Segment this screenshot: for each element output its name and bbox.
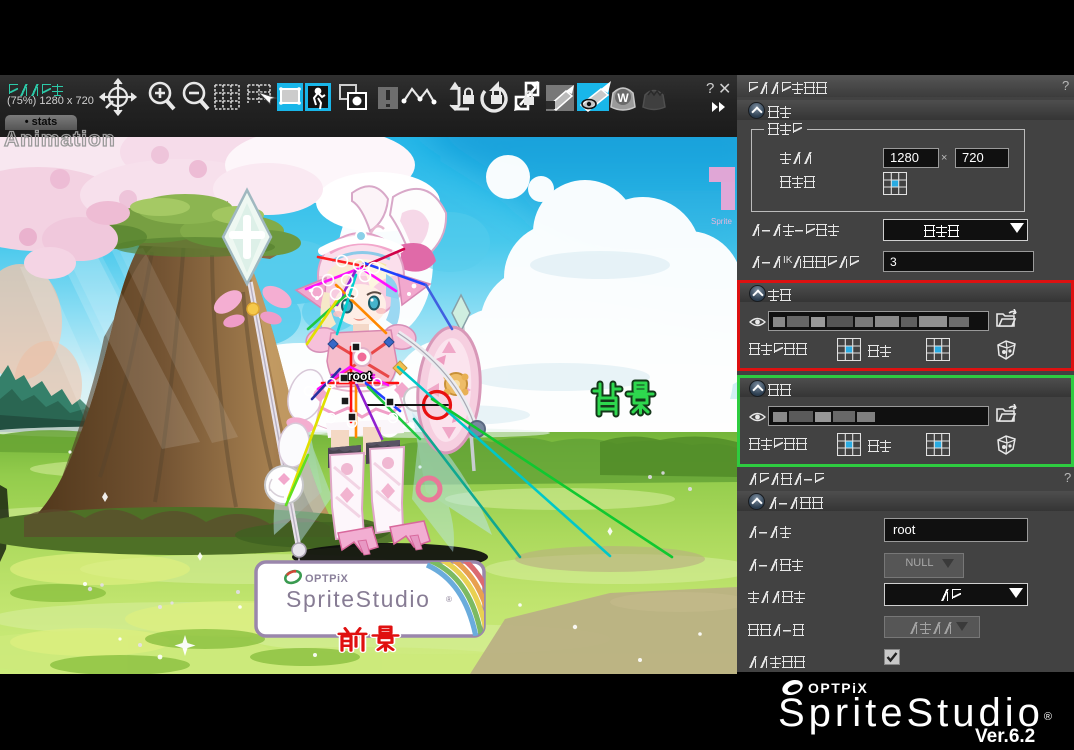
svg-text:W: W — [617, 91, 629, 105]
svg-text:Sprite: Sprite — [711, 217, 732, 226]
svg-text:®: ® — [446, 595, 452, 604]
svg-text:?: ? — [706, 80, 714, 97]
svg-text:root: root — [348, 369, 371, 383]
svg-text:SpriteStudio: SpriteStudio — [286, 586, 431, 612]
svg-text:✕: ✕ — [718, 81, 731, 98]
svg-text:OPTPiX: OPTPiX — [305, 573, 349, 585]
